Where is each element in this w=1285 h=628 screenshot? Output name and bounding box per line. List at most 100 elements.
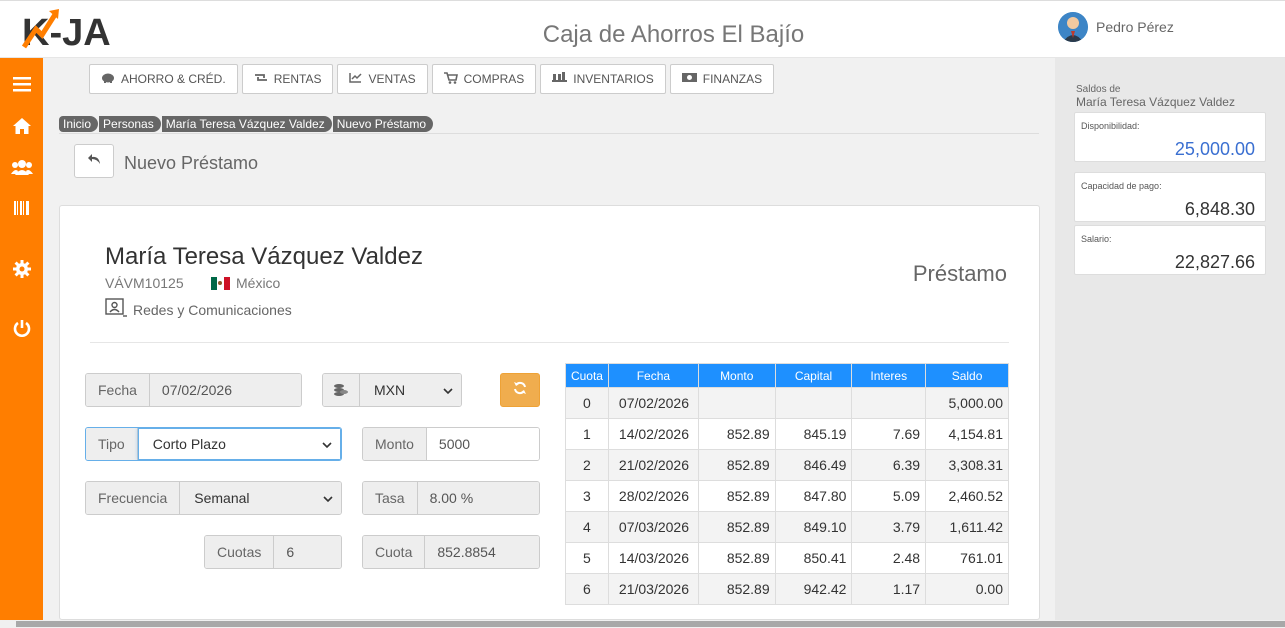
table-cell: 942.42	[774, 573, 853, 605]
table-cell: 1	[565, 418, 609, 450]
table-cell: 28/02/2026	[607, 480, 699, 512]
tipo-field: Tipo Corto Plazo	[85, 427, 342, 461]
table-cell: 21/03/2026	[607, 573, 699, 605]
box-value: 6,848.30	[1184, 199, 1255, 219]
table-cell: 4,154.81	[925, 418, 1009, 450]
tipo-select[interactable]: Corto Plazo	[137, 428, 341, 460]
user-name: Pedro Pérez	[1096, 19, 1174, 35]
reply-icon	[87, 152, 101, 170]
table-cell	[697, 387, 776, 419]
horizontal-scrollbar[interactable]	[0, 620, 1285, 628]
fecha-input[interactable]: 07/02/2026	[149, 374, 301, 406]
table-cell: 6	[565, 573, 609, 605]
monto-input[interactable]: 5000	[426, 428, 539, 460]
monto-field: Monto 5000	[362, 427, 540, 461]
divider	[59, 133, 1039, 134]
country-name: México	[236, 275, 281, 291]
breadcrumb-item[interactable]: María Teresa Vázquez Valdez	[161, 116, 332, 132]
main-content: AHORRO & CRÉD. RENTAS VENTAS COMPRAS INV…	[43, 58, 1055, 620]
table-row: 5 14/03/2026 852.89 850.41 2.48 761.01	[565, 542, 1009, 574]
box-value: 22,827.66	[1174, 252, 1255, 272]
salario-box: Salario: 22,827.66	[1074, 225, 1266, 275]
breadcrumb: Inicio Personas María Teresa Vázquez Val…	[59, 116, 434, 132]
cuotas-field: Cuotas 6	[204, 535, 342, 569]
table-cell: 14/02/2026	[607, 418, 699, 450]
tasa-label: Tasa	[363, 482, 418, 514]
scrollbar-thumb[interactable]	[16, 621, 1285, 627]
id-card-icon	[105, 298, 127, 321]
disponibilidad-box: Disponibilidad: 25,000.00	[1074, 112, 1266, 162]
frecuencia-select[interactable]: Semanal	[180, 482, 341, 514]
fecha-field: Fecha 07/02/2026	[85, 373, 302, 407]
table-cell: 852.89	[697, 480, 776, 512]
top-bar: K-JA Caja de Ahorros El Bajío Pedro Pére…	[0, 0, 1285, 58]
table-cell: 14/03/2026	[607, 542, 699, 574]
monto-label: Monto	[363, 428, 427, 460]
table-cell: 5	[565, 542, 609, 574]
table-row: 1 14/02/2026 852.89 845.19 7.69 4,154.81	[565, 418, 1009, 450]
nav-ventas[interactable]: VENTAS	[337, 64, 428, 94]
frecuencia-field: Frecuencia Semanal	[85, 481, 342, 515]
table-row: 4 07/03/2026 852.89 849.10 3.79 1,611.42	[565, 511, 1009, 543]
tasa-field: Tasa 8.00 %	[362, 481, 540, 515]
nav-ahorro-credito[interactable]: AHORRO & CRÉD.	[89, 64, 238, 94]
table-cell: 4	[565, 511, 609, 543]
nav-label: RENTAS	[273, 72, 322, 86]
table-cell: 3	[565, 480, 609, 512]
table-cell: 852.89	[697, 573, 776, 605]
table-cell: 07/03/2026	[607, 511, 699, 543]
gear-icon[interactable]	[0, 260, 43, 278]
column-header: Monto	[697, 363, 776, 388]
person-country: México	[211, 275, 280, 291]
tasa-input[interactable]: 8.00 %	[417, 482, 539, 514]
table-cell: 2.48	[851, 542, 927, 574]
table-cell: 5.09	[851, 480, 927, 512]
currency-select[interactable]: MXN	[360, 374, 461, 406]
back-button[interactable]	[74, 144, 114, 178]
users-icon[interactable]	[0, 159, 43, 175]
nav-label: VENTAS	[368, 72, 416, 86]
refresh-button[interactable]	[500, 373, 540, 407]
nav-label: COMPRAS	[463, 72, 525, 86]
cuota-input[interactable]: 852.8854	[425, 536, 539, 568]
power-icon[interactable]	[0, 319, 43, 337]
table-cell: 3,308.31	[925, 449, 1009, 481]
column-header: Interes	[851, 363, 927, 388]
table-cell: 1.17	[851, 573, 927, 605]
nav-inventarios[interactable]: INVENTARIOS	[540, 64, 666, 94]
table-cell: 07/02/2026	[607, 387, 699, 419]
cuotas-input[interactable]: 6	[274, 536, 341, 568]
nav-compras[interactable]: COMPRAS	[431, 64, 537, 94]
occupation-text: Redes y Comunicaciones	[133, 301, 292, 318]
table-cell: 846.49	[774, 449, 853, 481]
truck-icon	[552, 72, 568, 86]
table-cell: 847.80	[774, 480, 853, 512]
nav-label: AHORRO & CRÉD.	[121, 72, 226, 86]
home-icon[interactable]	[0, 117, 43, 135]
chevron-down-icon	[322, 436, 332, 452]
loan-type-label: Préstamo	[912, 261, 1007, 286]
money-icon	[681, 72, 697, 86]
table-row: 0 07/02/2026 5,000.00	[565, 387, 1009, 419]
table-cell: 21/02/2026	[607, 449, 699, 481]
column-header: Saldo	[925, 363, 1009, 388]
person-name: María Teresa Vázquez Valdez	[105, 243, 423, 270]
table-cell: 852.89	[697, 449, 776, 481]
menu-icon[interactable]	[0, 76, 43, 92]
cuota-field: Cuota 852.8854	[362, 535, 540, 569]
table-cell: 850.41	[774, 542, 853, 574]
table-cell: 1,611.42	[925, 511, 1009, 543]
nav-finanzas[interactable]: FINANZAS	[669, 64, 775, 94]
breadcrumb-item[interactable]: Personas	[99, 116, 161, 132]
column-header: Cuota	[565, 363, 609, 388]
currency-field: MXN	[322, 373, 462, 407]
user-menu[interactable]: Pedro Pérez	[1058, 12, 1174, 42]
breadcrumb-item[interactable]: Inicio	[59, 116, 99, 132]
nav-rentas[interactable]: RENTAS	[241, 64, 334, 94]
cuota-label: Cuota	[363, 536, 426, 568]
table-cell: 0.00	[925, 573, 1009, 605]
chevron-down-icon	[323, 490, 333, 506]
box-label: Capacidad de pago:	[1081, 181, 1162, 191]
table-cell: 2,460.52	[925, 480, 1009, 512]
barcode-icon[interactable]	[0, 200, 43, 216]
